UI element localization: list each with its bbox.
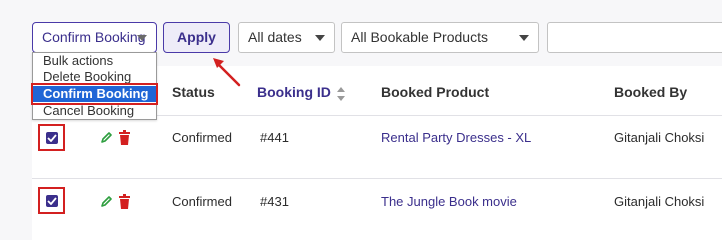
booking-id-cell: #441 [260, 130, 289, 145]
selected-option-highlight [31, 83, 158, 105]
row-checkbox-highlight [38, 124, 65, 151]
chevron-down-icon [315, 35, 325, 41]
check-icon [47, 197, 57, 205]
delete-icon[interactable] [118, 130, 131, 145]
dates-filter-select[interactable]: All dates [238, 22, 335, 53]
dates-filter-value: All dates [248, 29, 302, 45]
row-divider [32, 178, 722, 179]
check-icon [47, 134, 57, 142]
edit-icon[interactable] [100, 195, 112, 208]
column-header-status: Status [172, 84, 215, 100]
status-cell: Confirmed [172, 194, 232, 209]
booked-by-cell: Gitanjali Choksi [614, 130, 705, 145]
chevron-down-icon [137, 35, 147, 41]
sort-icon[interactable] [336, 86, 346, 102]
products-filter-select[interactable]: All Bookable Products [341, 22, 539, 53]
edit-icon[interactable] [100, 131, 112, 144]
search-input[interactable] [547, 22, 722, 53]
row-checkbox-highlight [38, 187, 65, 214]
booking-id-cell: #431 [260, 194, 289, 209]
products-filter-value: All Bookable Products [351, 29, 488, 45]
column-header-booked-product: Booked Product [381, 84, 490, 100]
product-link[interactable]: The Jungle Book movie [381, 194, 517, 209]
chevron-down-icon [519, 35, 529, 41]
bulk-option-cancel-booking[interactable]: Cancel Booking [33, 103, 156, 119]
bulk-actions-select[interactable]: Confirm Booking [32, 22, 157, 53]
column-header-booking-id[interactable]: Booking ID [257, 84, 331, 100]
column-header-booked-by: Booked By [614, 84, 688, 100]
product-link[interactable]: Rental Party Dresses - XL [381, 130, 531, 145]
bulk-option-bulk-actions[interactable]: Bulk actions [33, 53, 156, 69]
status-cell: Confirmed [172, 130, 232, 145]
bulk-actions-value: Confirm Booking [42, 29, 146, 45]
apply-button[interactable]: Apply [163, 22, 230, 53]
row-checkbox[interactable] [46, 132, 58, 144]
booked-by-cell: Gitanjali Choksi [614, 194, 705, 209]
row-checkbox[interactable] [46, 195, 58, 207]
delete-icon[interactable] [118, 194, 131, 209]
annotation-arrow-icon [213, 58, 241, 87]
